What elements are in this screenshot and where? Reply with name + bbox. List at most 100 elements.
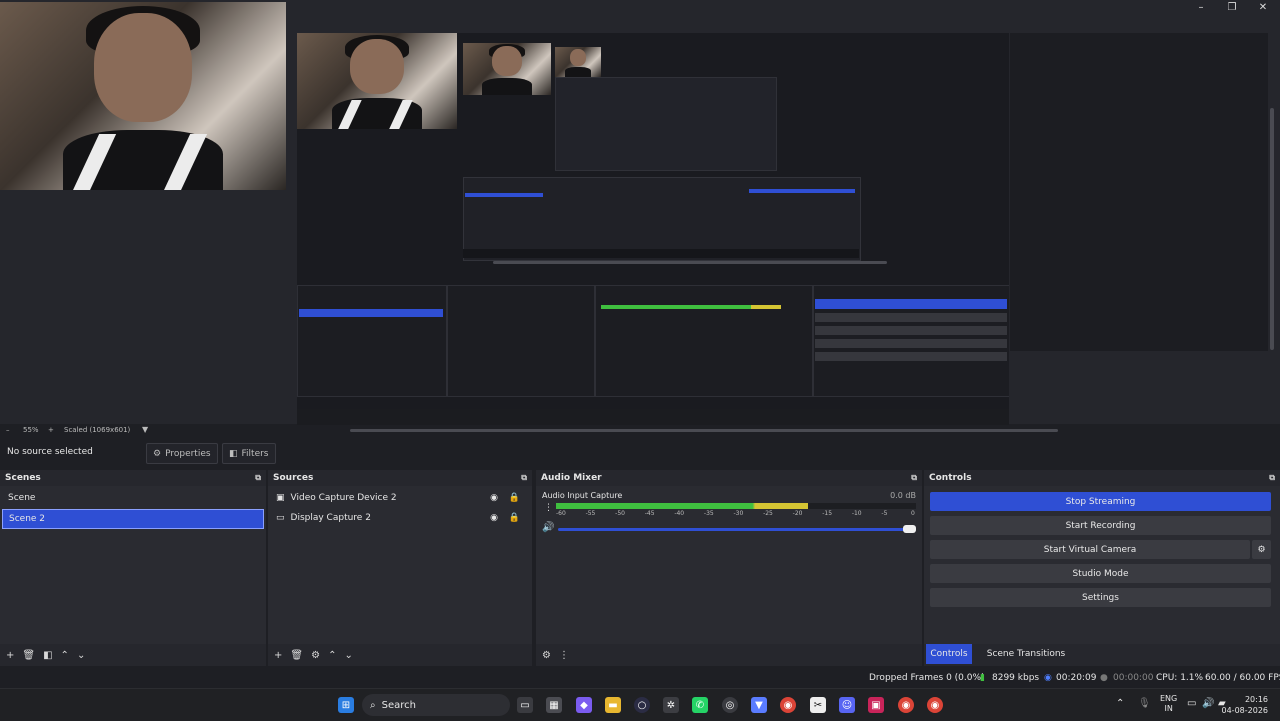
scene-item-selected[interactable]: Scene 2 [2,509,264,529]
move-down-icon[interactable]: ⌄ [344,650,352,661]
meter-tick-label: -60 [556,510,566,517]
whatsapp-icon[interactable]: ✆ [692,697,708,713]
eye-icon[interactable]: ◉ [490,513,498,523]
taskbar-search[interactable]: ⌕ Search [362,694,510,716]
sources-dock: Sources ⧉ ▣ Video Capture Device 2 ◉ 🔒 ▭ … [268,470,532,644]
scale-mode[interactable]: Scaled (1069x601) [64,426,130,434]
dropped-frames: Dropped Frames 0 (0.0%) [869,673,985,683]
store-icon[interactable]: ▦ [546,697,562,713]
preview-canvas[interactable] [0,0,1280,432]
speaker-icon[interactable]: 🔊 [542,522,554,533]
mic-icon[interactable]: 🎙 [1138,698,1151,709]
obs-icon[interactable]: ◎ [722,697,738,713]
move-up-icon[interactable]: ⌃ [328,650,336,661]
audio-mixer-dock: Audio Mixer ⧉ Audio Input Capture 0.0 dB … [536,470,922,644]
studio-mode-button[interactable]: Studio Mode [930,564,1271,583]
capcut-icon[interactable]: ✂ [810,697,826,713]
lock-icon[interactable]: 🔒 [509,513,520,523]
meter-tick-label: -50 [615,510,625,517]
maximize-button[interactable]: ❐ [1215,0,1249,14]
sources-footer: + 🗑 ⚙ ⌃ ⌄ [268,644,532,666]
copilot-icon[interactable]: ◆ [576,697,592,713]
advanced-audio-icon[interactable]: ⚙ [542,650,551,661]
chatgpt-icon[interactable]: ✲ [663,697,679,713]
source-settings-icon[interactable]: ⚙ [311,650,320,661]
close-button[interactable]: ✕ [1246,0,1280,14]
scenes-dock: Scenes ⧉ Scene Scene 2 [0,470,266,644]
meter-ticks: -60 -55 -50 -45 -40 -35 -30 -25 -20 -15 -10 -5 0 [556,510,916,520]
display-capture-feed [297,33,1009,425]
bitrate: 8299 kbps [992,673,1040,683]
clock[interactable]: 20:16 04-08-2026 [1222,694,1269,716]
webcam-feed [0,2,286,190]
scale-dropdown-icon[interactable]: ▼ [142,425,148,434]
zoom-out-icon[interactable]: – [6,426,10,434]
zoom-in-icon[interactable]: + [48,426,54,434]
chrome-icon[interactable]: ◉ [927,697,943,713]
task-view-icon[interactable]: ▭ [517,697,533,713]
start-virtual-camera-button[interactable]: Start Virtual Camera [930,540,1250,559]
remove-scene-icon[interactable]: 🗑 [22,650,35,661]
chrome-icon[interactable]: ◉ [780,697,796,713]
no-source-label: No source selected [7,447,93,457]
app-icon[interactable]: ▣ [868,697,884,713]
monitor-icon[interactable]: ▭ [1187,698,1196,709]
move-up-icon[interactable]: ⌃ [61,650,69,661]
chrome-icon[interactable]: ◉ [898,697,914,713]
source-toolbar: No source selected ⚙ Properties ◧ Filters [0,440,1280,466]
source-item[interactable]: ▭ Display Capture 2 ◉ 🔒 [270,509,530,527]
taskbar: ⊞ ⌕ Search ▭ ▦ ◆ ▬ ○ ✲ ✆ ◎ ▼ ◉ ✂ ☺ ▣ ◉ ◉… [0,688,1280,721]
language-indicator[interactable]: ENG IN [1160,694,1177,714]
preview-vertical-scrollbar[interactable] [1270,108,1274,350]
volume-slider[interactable] [558,528,914,531]
meter-tick-label: -5 [881,510,888,517]
meter-tick-label: -45 [644,510,655,517]
channel-db: 0.0 dB [890,491,916,500]
filters-button[interactable]: ◧ Filters [222,443,276,464]
browser-icon[interactable]: ▼ [751,697,767,713]
virtual-camera-settings-icon[interactable]: ⚙ [1252,540,1271,559]
remove-source-icon[interactable]: 🗑 [290,650,303,661]
move-down-icon[interactable]: ⌄ [77,650,85,661]
meter-tick-label: -30 [733,510,744,517]
settings-button[interactable]: Settings [930,588,1271,607]
camera-icon: ▣ [276,493,285,503]
fps: 60.00 / 60.00 FPS [1205,673,1280,683]
meter-tick-label: -40 [674,510,685,517]
lock-icon[interactable]: 🔒 [509,493,520,503]
app-icon[interactable]: ○ [634,697,650,713]
properties-button[interactable]: ⚙ Properties [146,443,218,464]
tab-controls[interactable]: Controls [926,644,972,664]
add-scene-icon[interactable]: + [6,650,14,661]
speaker-icon[interactable]: 🔊 [1202,698,1214,709]
eye-icon[interactable]: ◉ [490,493,498,503]
add-source-icon[interactable]: + [274,650,282,661]
scenes-title: Scenes [5,473,41,483]
scene-item[interactable]: Scene [2,489,264,507]
scene-filter-icon[interactable]: ◧ [43,650,52,661]
channel-menu-icon[interactable]: ⋮ [544,503,553,513]
stream-time: 00:20:09 [1056,673,1097,683]
meter-tick-label: -25 [763,510,773,517]
sources-title: Sources [273,473,314,483]
minimize-button[interactable]: – [1184,0,1218,14]
undock-icon[interactable]: ⧉ [1269,473,1275,483]
undock-icon[interactable]: ⧉ [521,473,527,483]
tab-scene-transitions[interactable]: Scene Transitions [980,644,1072,664]
discord-icon[interactable]: ☺ [839,697,855,713]
volume-slider-handle[interactable] [903,525,916,533]
record-icon: ● [1100,673,1108,683]
controls-dock: Controls ⧉ Stop Streaming Start Recording… [924,470,1280,644]
record-time: 00:00:00 [1113,673,1154,683]
stop-streaming-button[interactable]: Stop Streaming [930,492,1271,511]
folder-icon[interactable]: ▬ [605,697,621,713]
undock-icon[interactable]: ⧉ [911,473,917,483]
source-item[interactable]: ▣ Video Capture Device 2 ◉ 🔒 [270,489,530,507]
windows-start-icon[interactable]: ⊞ [338,697,354,713]
mixer-menu-icon[interactable]: ⋮ [559,650,569,661]
start-recording-button[interactable]: Start Recording [930,516,1271,535]
status-bar: Dropped Frames 0 (0.0%) ▮ 8299 kbps ◉ 00… [0,668,1280,688]
undock-icon[interactable]: ⧉ [255,473,261,483]
chevron-up-icon[interactable]: ⌃ [1116,698,1124,709]
scenes-footer: + 🗑 ◧ ⌃ ⌄ [0,644,266,666]
